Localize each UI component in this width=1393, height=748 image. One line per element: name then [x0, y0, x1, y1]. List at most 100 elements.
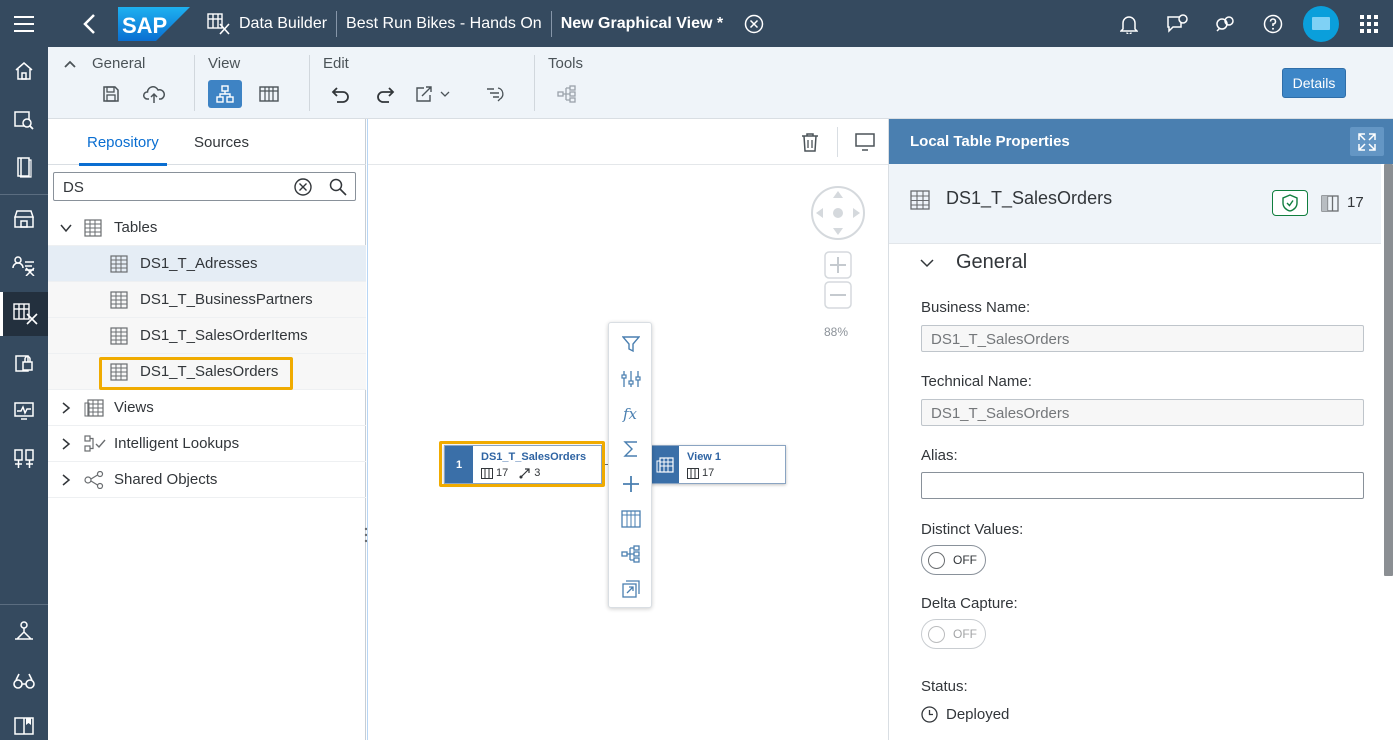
highlight-frame — [439, 441, 605, 487]
pan-control-icon[interactable] — [810, 185, 866, 241]
export-menu-icon[interactable] — [413, 80, 457, 108]
shell-bar: SAP Data Builder Best Run Bikes - Hands … — [0, 0, 1393, 47]
delete-icon[interactable] — [801, 132, 819, 152]
save-icon[interactable] — [95, 80, 127, 108]
details-button-label: Details — [1292, 75, 1336, 91]
collapse-icon[interactable] — [63, 59, 77, 69]
tree-item-label: DS1_T_BusinessPartners — [140, 291, 313, 308]
tree-item-table[interactable]: DS1_T_Adresses — [48, 246, 366, 282]
distinct-values-label: Distinct Values: — [921, 521, 1024, 538]
repository-panel: Repository Sources DS Tables DS1_T_Adres… — [48, 119, 366, 740]
redo-icon[interactable] — [369, 80, 401, 108]
back-icon[interactable] — [80, 12, 100, 36]
home-icon[interactable] — [0, 49, 48, 93]
business-name-field[interactable]: DS1_T_SalesOrders — [921, 325, 1364, 352]
details-button[interactable]: Details — [1282, 68, 1346, 98]
chevron-down-icon[interactable] — [59, 221, 73, 235]
search-icon[interactable] — [329, 178, 347, 196]
clear-search-icon[interactable] — [294, 178, 312, 196]
menu-icon[interactable] — [0, 0, 48, 47]
node-context-menu: fx — [608, 322, 652, 608]
chevron-right-icon[interactable] — [59, 437, 73, 451]
catalog-icon[interactable] — [0, 197, 48, 241]
zoom-out-icon[interactable] — [824, 281, 852, 309]
monitor-icon[interactable] — [0, 389, 48, 433]
alias-field[interactable] — [921, 472, 1364, 499]
node-name: View 1 — [687, 451, 722, 463]
table-view-icon[interactable] — [253, 80, 285, 108]
side-navigation — [0, 47, 48, 740]
toolbar-group-general: General — [48, 47, 194, 119]
data-builder-icon[interactable] — [0, 292, 48, 336]
chevron-right-icon[interactable] — [59, 473, 73, 487]
breadcrumb-label: Best Run Bikes - Hands On — [346, 14, 542, 32]
status-label: Status: — [921, 678, 968, 695]
tab-repository[interactable]: Repository — [79, 119, 167, 166]
data-integration-icon[interactable] — [0, 608, 48, 652]
feedback-icon[interactable] — [1153, 0, 1201, 47]
user-avatar[interactable] — [1297, 0, 1345, 47]
breadcrumb-space[interactable]: Best Run Bikes - Hands On — [337, 0, 551, 47]
object-name: DS1_T_SalesOrders — [946, 188, 1113, 208]
deploy-icon[interactable] — [138, 80, 170, 108]
calculated-column-icon[interactable]: fx — [609, 396, 653, 431]
repository-icon[interactable] — [0, 145, 48, 189]
scrollbar[interactable] — [1381, 164, 1393, 740]
delta-capture-switch[interactable]: OFF — [921, 619, 986, 649]
toolbar-group-label: View — [208, 55, 241, 72]
tree-node-shared-objects[interactable]: Shared Objects — [48, 462, 366, 498]
tab-sources[interactable]: Sources — [194, 119, 249, 165]
section-title: General — [956, 251, 1028, 273]
preview-icon[interactable] — [855, 133, 875, 151]
union-icon[interactable] — [609, 536, 653, 571]
deployed-shield-icon[interactable] — [1272, 190, 1308, 216]
tree-item-table[interactable]: DS1_T_BusinessPartners — [48, 282, 366, 318]
filter-icon[interactable] — [609, 326, 653, 361]
technical-name-field[interactable]: DS1_T_SalesOrders — [921, 399, 1364, 426]
tree-item-table[interactable]: DS1_T_SalesOrderItems — [48, 318, 366, 354]
alias-label: Alias: — [921, 447, 958, 464]
editor-toolbar: General View Edit Tools Details — [48, 47, 1393, 119]
diagram-node-view[interactable]: View 1 17 — [650, 445, 786, 484]
fullscreen-icon[interactable] — [1350, 127, 1384, 156]
add-icon[interactable] — [609, 466, 653, 501]
toolbar-group-tools: Tools — [535, 47, 625, 119]
lookup-icon — [84, 435, 106, 453]
support-icon[interactable] — [1201, 0, 1249, 47]
breadcrumb-data-builder[interactable]: Data Builder — [198, 0, 336, 47]
tree-node-views[interactable]: Views — [48, 390, 366, 426]
chevron-right-icon[interactable] — [59, 401, 73, 415]
notification-icon[interactable] — [1105, 0, 1153, 47]
distinct-values-switch[interactable]: OFF — [921, 545, 986, 575]
view-glasses-icon[interactable] — [0, 659, 48, 703]
close-tab-icon[interactable] — [732, 0, 773, 47]
expand-icon[interactable] — [609, 571, 653, 606]
tree-node-tables[interactable]: Tables — [48, 210, 366, 246]
auto-layout-icon[interactable] — [479, 80, 511, 108]
tree-node-intelligent-lookups[interactable]: Intelligent Lookups — [48, 426, 366, 462]
search-input[interactable]: DS — [53, 172, 356, 201]
zoom-in-icon[interactable] — [824, 251, 852, 279]
space-management-icon[interactable] — [0, 437, 48, 481]
diagram-canvas[interactable]: 88% 1 DS1_T_SalesOrders 17 3 View 1 17 f… — [367, 119, 888, 740]
toolbar-group-view: View — [195, 47, 309, 119]
clock-icon — [921, 706, 938, 723]
security-icon[interactable] — [0, 341, 48, 385]
documentation-icon[interactable] — [0, 704, 48, 748]
data-marketplace-icon[interactable] — [0, 98, 48, 142]
chevron-down-icon[interactable] — [919, 257, 935, 269]
tree-node-label: Views — [114, 399, 154, 416]
field-value: DS1_T_SalesOrders — [931, 331, 1070, 348]
impact-lineage-icon[interactable] — [551, 80, 583, 108]
join-icon[interactable] — [609, 501, 653, 536]
projection-icon[interactable] — [609, 361, 653, 396]
table-icon — [110, 255, 128, 273]
undo-icon[interactable] — [325, 80, 357, 108]
product-switch-icon[interactable] — [1345, 0, 1393, 47]
tree-item-label: DS1_T_SalesOrderItems — [140, 327, 308, 344]
help-icon[interactable] — [1249, 0, 1297, 47]
aggregation-icon[interactable] — [609, 431, 653, 466]
diagram-view-icon[interactable] — [208, 80, 242, 108]
business-builder-icon[interactable] — [0, 244, 48, 288]
switch-state: OFF — [953, 627, 977, 641]
